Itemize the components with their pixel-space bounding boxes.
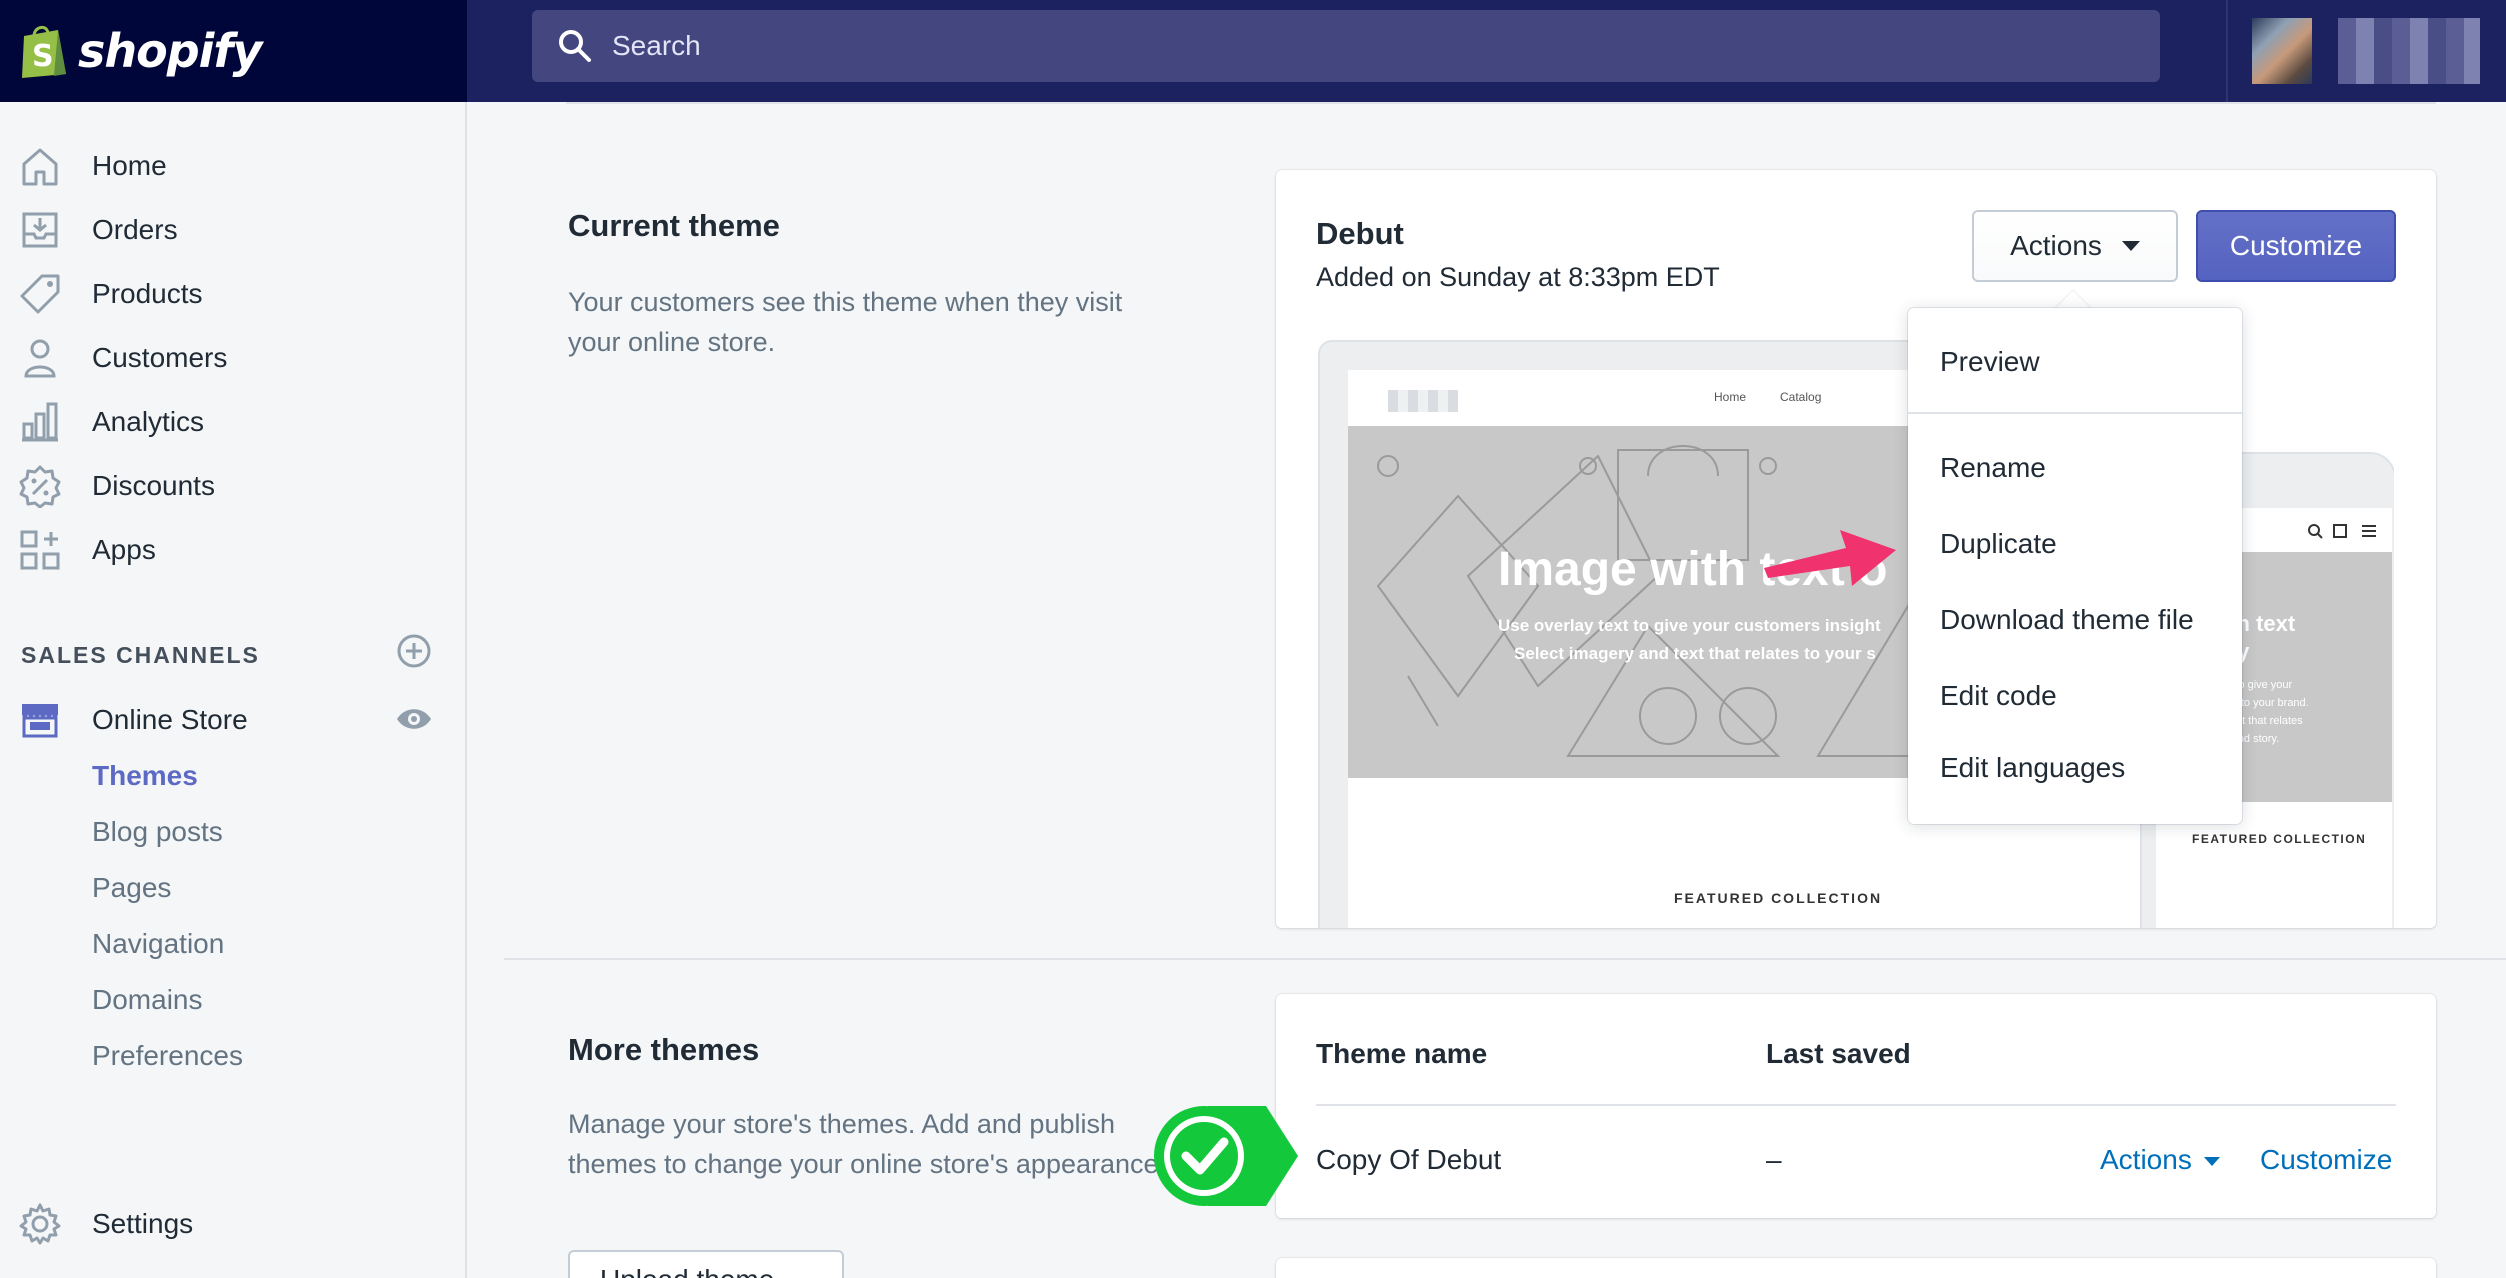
avatar[interactable] <box>2252 18 2312 84</box>
sidebar-subitem-pages[interactable]: Pages <box>92 872 171 904</box>
sidebar-subitem-domains[interactable]: Domains <box>92 984 202 1016</box>
menu-item-preview[interactable]: Preview <box>1940 346 2040 378</box>
sidebar-item-home[interactable]: Home <box>0 136 460 196</box>
user-name-blurred <box>2338 18 2480 84</box>
person-icon <box>24 339 56 378</box>
hero-subtitle-line-2: Select imagery and text that relates to … <box>1514 644 1876 663</box>
upload-theme-button[interactable]: Upload theme <box>568 1250 844 1278</box>
sidebar-item-discounts[interactable]: Discounts <box>0 456 460 516</box>
menu-item-download-theme-file[interactable]: Download theme file <box>1940 604 2194 636</box>
svg-text:S: S <box>32 39 54 74</box>
phone-featured-label: FEATURED COLLECTION <box>2192 832 2367 846</box>
mobile-header-icons <box>2308 524 2376 539</box>
actions-dropdown-menu: Preview Rename Duplicate Download theme … <box>1908 308 2242 824</box>
mock-nav-catalog: Catalog <box>1780 390 1822 404</box>
mock-store-logo <box>1388 390 1458 412</box>
search-icon <box>559 30 591 62</box>
caret-down-icon <box>2203 1157 2220 1167</box>
sidebar: Home Orders Products Customers Analytics… <box>0 102 467 1278</box>
more-themes-heading: More themes <box>568 1032 760 1067</box>
sidebar-item-customers[interactable]: Customers <box>0 328 460 388</box>
apps-icon <box>20 530 60 570</box>
search-bar[interactable] <box>532 10 2160 82</box>
menu-item-duplicate[interactable]: Duplicate <box>1940 528 2057 560</box>
more-themes-description: Manage your store's themes. Add and publ… <box>568 1109 1167 1179</box>
theme-added-date: Added on Sunday at 8:33pm EDT <box>1316 262 1720 292</box>
sidebar-item-settings[interactable]: Settings <box>0 1194 460 1254</box>
customize-button[interactable]: Customize <box>2196 210 2396 282</box>
table-header-divider <box>1316 1104 2396 1106</box>
green-checkmark-annotation-icon <box>1154 1106 1298 1206</box>
sidebar-item-analytics[interactable]: Analytics <box>0 392 460 452</box>
column-header-last-saved: Last saved <box>1766 1038 1911 1069</box>
caret-down-icon <box>2121 241 2140 251</box>
next-card-edge <box>1276 1258 2436 1278</box>
menu-item-rename[interactable]: Rename <box>1940 452 2046 484</box>
row-theme-name: Copy Of Debut <box>1316 1144 1502 1175</box>
shopify-logo[interactable]: S shopify <box>0 0 467 102</box>
section-divider <box>504 958 2506 960</box>
row-customize-link[interactable]: Customize <box>2260 1144 2392 1176</box>
actions-button[interactable]: Actions <box>1972 210 2178 282</box>
theme-name: Debut <box>1316 216 1404 251</box>
row-last-saved: – <box>1766 1144 1782 1175</box>
pink-pointer-arrow-icon <box>1764 530 1896 586</box>
bar-chart-icon <box>22 402 58 442</box>
brand-name: shopify <box>78 24 262 78</box>
sidebar-subitem-themes[interactable]: Themes <box>92 760 198 792</box>
gear-icon <box>19 1203 61 1245</box>
discount-icon <box>19 465 61 508</box>
sidebar-subitem-navigation[interactable]: Navigation <box>92 928 224 960</box>
add-sales-channel-icon[interactable] <box>395 632 433 670</box>
search-input[interactable] <box>612 30 2012 62</box>
eye-icon[interactable] <box>395 700 433 738</box>
featured-collection-label: FEATURED COLLECTION <box>1674 890 1883 906</box>
menu-item-edit-code[interactable]: Edit code <box>1940 680 2057 712</box>
sidebar-item-apps[interactable]: Apps <box>0 520 460 580</box>
sidebar-item-online-store[interactable]: Online Store <box>0 690 460 750</box>
menu-item-edit-languages[interactable]: Edit languages <box>1940 752 2125 784</box>
orders-icon <box>22 212 58 248</box>
sales-channels-heading: SALES CHANNELS <box>21 642 260 668</box>
mock-nav-home: Home <box>1714 390 1747 404</box>
sidebar-item-products[interactable]: Products <box>0 264 460 324</box>
top-divider <box>566 102 2436 104</box>
sidebar-subitem-blog-posts[interactable]: Blog posts <box>92 816 223 848</box>
row-actions-link[interactable]: Actions <box>2100 1144 2220 1176</box>
home-icon <box>22 148 58 186</box>
top-bar: S shopify <box>0 0 2506 102</box>
hero-subtitle-line-1: Use overlay text to give your customers … <box>1498 616 1881 635</box>
more-themes-card <box>1276 994 2436 1218</box>
current-theme-heading: Current theme <box>568 208 780 243</box>
shopify-bag-icon: S <box>22 26 66 78</box>
tag-icon <box>20 274 60 314</box>
menu-divider <box>1908 412 2242 414</box>
current-theme-description: Your customers see this theme when they … <box>568 287 1123 357</box>
user-menu[interactable] <box>2226 0 2506 102</box>
sidebar-subitem-preferences[interactable]: Preferences <box>92 1040 243 1072</box>
column-header-theme-name: Theme name <box>1316 1038 1488 1069</box>
store-icon <box>22 704 58 738</box>
sidebar-item-orders[interactable]: Orders <box>0 200 460 260</box>
